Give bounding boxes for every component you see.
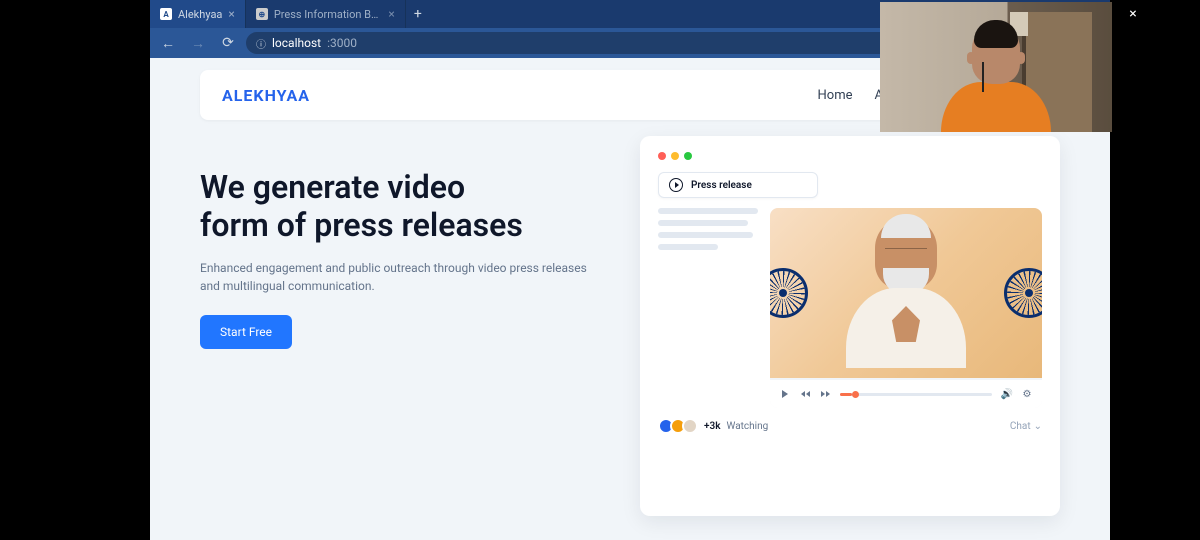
nav-home[interactable]: Home [818,88,853,103]
video-thumbnail [770,208,1042,378]
flag-chakra-icon [1004,268,1042,318]
webcam-person [926,26,1066,132]
window-dots [658,152,1042,160]
pill-label: Press release [691,180,752,191]
site-info-icon[interactable]: ⓘ [256,36,266,51]
play-icon[interactable] [780,389,790,399]
url-host: localhost [272,36,321,50]
new-tab-button[interactable]: + [406,6,430,22]
tab-title: Press Information Bureau [274,8,383,21]
close-icon[interactable]: × [388,7,394,21]
browser-tab-inactive[interactable]: ⊕ Press Information Bureau × [246,0,406,28]
watch-label: Watching [727,421,769,432]
hero-illustration: Press release [640,136,1060,516]
volume-icon[interactable]: 🔊 [1002,389,1012,399]
skip-back-icon[interactable] [800,389,810,399]
reload-button[interactable]: ⟳ [216,31,240,55]
dot-min-icon [671,152,679,160]
site-logo[interactable]: ALEKHYAA [222,86,310,105]
back-button[interactable]: ← [156,31,180,55]
hero-title: We generate video form of press releases [200,168,600,245]
text-skeleton [658,208,758,408]
chat-toggle[interactable]: Chat ⌄ [1010,421,1042,432]
press-release-pill: Press release [658,172,818,198]
globe-icon: ⊕ [256,8,268,20]
flag-chakra-icon [770,268,808,318]
play-icon [669,178,683,192]
avatar [682,418,698,434]
chevron-down-icon: ⌄ [1034,421,1042,432]
close-icon[interactable]: × [228,7,234,21]
forward-button: → [186,31,210,55]
hero-title-line2: form of press releases [200,206,523,244]
video-controls: 🔊 ⚙ [770,380,1042,408]
hero-title-line1: We generate video [200,168,465,206]
url-path: :3000 [327,36,357,50]
video-preview: 🔊 ⚙ [770,208,1042,408]
favicon-icon: A [160,8,172,20]
tab-title: Alekhyaa [178,8,222,21]
window-close-button[interactable]: × [1112,2,1154,26]
progress-bar[interactable] [840,393,992,396]
chat-label: Chat [1010,421,1031,432]
skip-forward-icon[interactable] [820,389,830,399]
avatar-stack [658,418,698,434]
start-free-button[interactable]: Start Free [200,315,292,349]
person-illustration [836,218,976,378]
gear-icon[interactable]: ⚙ [1022,389,1032,399]
dot-close-icon [658,152,666,160]
webcam-overlay [880,2,1112,132]
hero-subtitle: Enhanced engagement and public outreach … [200,259,600,295]
watching-row: +3k Watching Chat ⌄ [658,418,1042,434]
hero-section: We generate video form of press releases… [200,168,600,349]
dot-max-icon [684,152,692,160]
watch-count: +3k [704,421,721,432]
browser-tab-active[interactable]: A Alekhyaa × [150,0,246,28]
